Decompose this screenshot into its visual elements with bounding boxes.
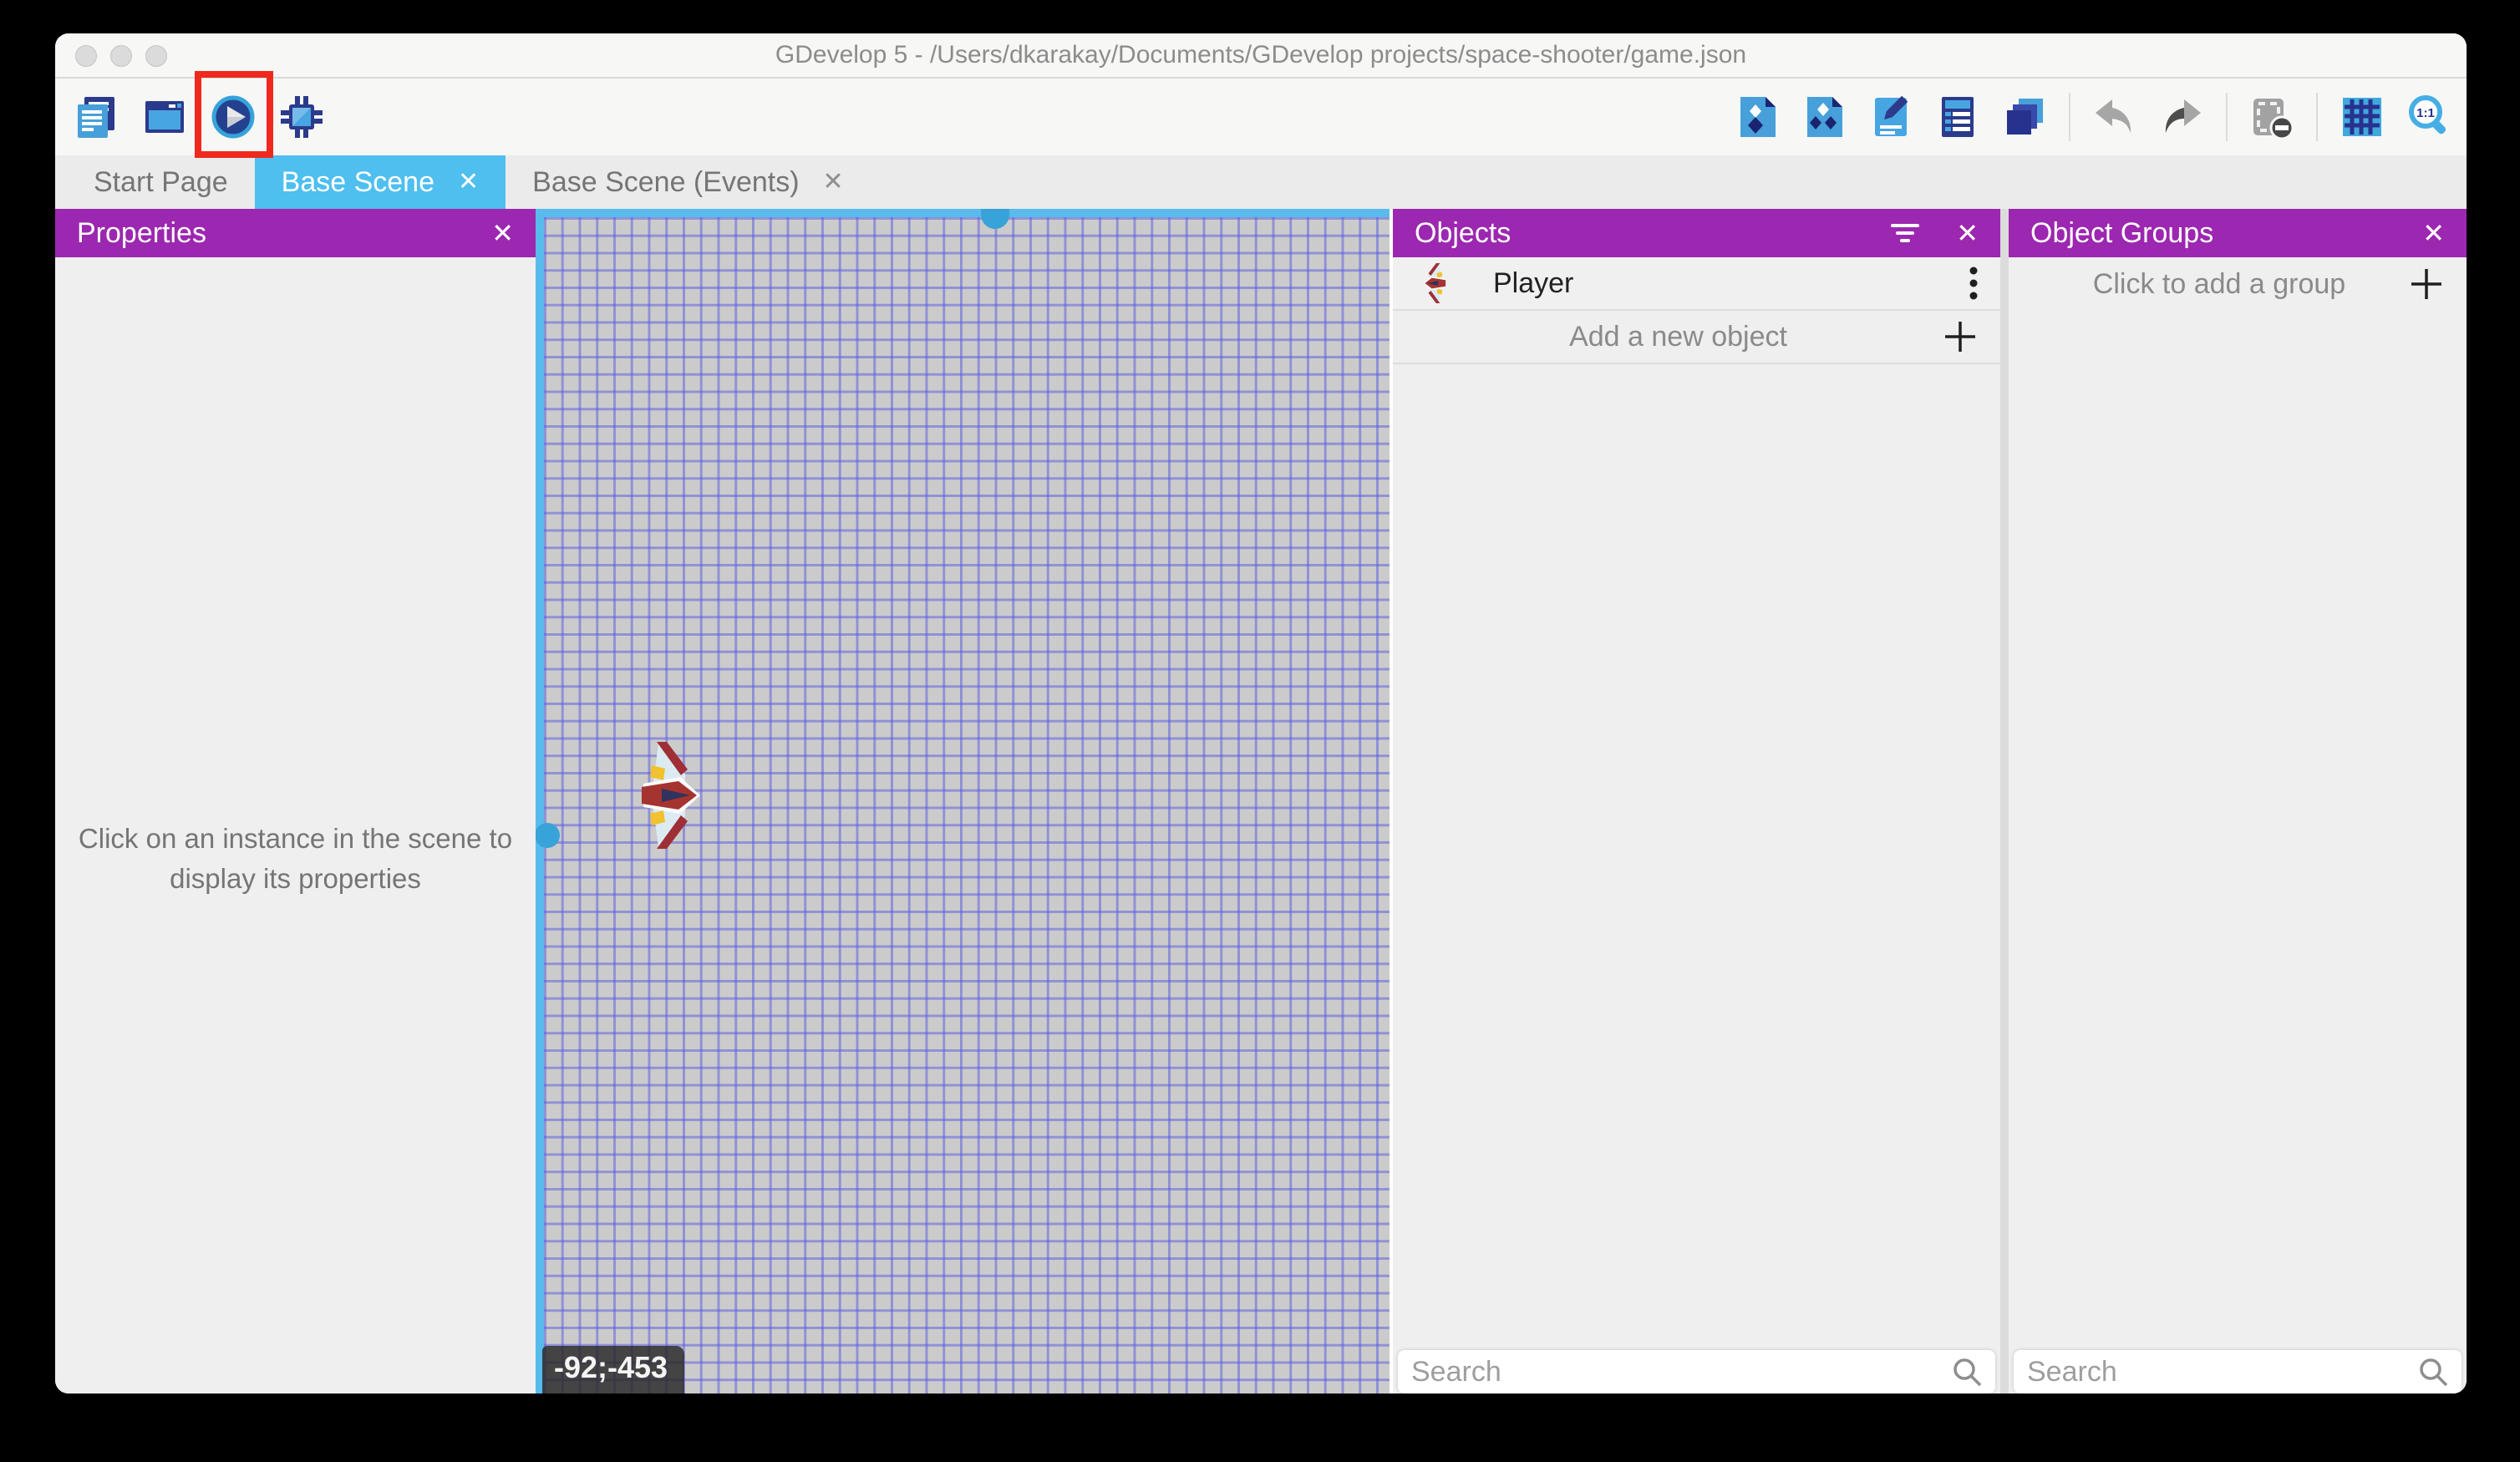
main-area: Properties ✕ Click on an instance in the… xyxy=(55,209,2467,1393)
tab-bar: Start Page Base Scene ✕ Base Scene (Even… xyxy=(55,155,2467,209)
zoom-1-1-icon: 1:1 xyxy=(2406,94,2451,140)
toolbar: 1:1 xyxy=(55,79,2467,155)
open-instances-list-button[interactable] xyxy=(1935,94,1980,140)
cursor-coordinates-label: -92;-453 xyxy=(542,1346,684,1393)
horizontal-scroll-handle[interactable] xyxy=(981,209,1009,229)
launch-preview-button[interactable] xyxy=(211,94,256,140)
objects-panel: Objects ✕ xyxy=(1390,209,2000,1393)
canvas-vertical-scrollbar[interactable] xyxy=(536,209,544,1393)
objects-panel-header: Objects ✕ xyxy=(1393,209,2000,257)
properties-panel-icon xyxy=(1868,94,1913,140)
groups-search-bar xyxy=(2014,1350,2462,1393)
instances-list-icon xyxy=(1935,94,1980,140)
open-objects-panel-button[interactable] xyxy=(1735,94,1780,140)
play-icon xyxy=(211,94,256,140)
plus-icon xyxy=(1942,318,1979,355)
close-tab-icon[interactable]: ✕ xyxy=(458,170,479,195)
undo-icon xyxy=(2092,94,2137,140)
close-panel-icon[interactable]: ✕ xyxy=(2422,220,2445,246)
open-layers-panel-button[interactable] xyxy=(2002,94,2047,140)
close-panel-icon[interactable]: ✕ xyxy=(1956,220,1979,246)
add-group-button[interactable] xyxy=(2408,266,2445,302)
toolbar-separator xyxy=(2069,93,2070,141)
properties-panel-body: Click on an instance in the scene to dis… xyxy=(55,257,536,1393)
objects-search-input[interactable] xyxy=(1410,1355,1950,1389)
search-icon xyxy=(1950,1355,1984,1388)
objects-search-bar xyxy=(1398,1350,1995,1393)
player-ship-thumbnail-icon xyxy=(1415,263,1455,303)
toolbar-separator xyxy=(2316,93,2318,141)
properties-panel: Properties ✕ Click on an instance in the… xyxy=(55,209,536,1393)
three-dots-icon xyxy=(1969,265,1979,302)
add-object-row[interactable]: Add a new object xyxy=(1393,311,2000,364)
titlebar: GDevelop 5 - /Users/dkarakay/Documents/G… xyxy=(55,33,2467,79)
vertical-scroll-handle[interactable] xyxy=(536,823,560,848)
groups-search-input[interactable] xyxy=(2025,1355,2416,1389)
player-object-thumbnail xyxy=(1415,263,1455,303)
object-groups-panel: Object Groups ✕ Click to add a group xyxy=(2009,209,2467,1393)
filter-icon xyxy=(1889,219,1921,247)
svg-text:1:1: 1:1 xyxy=(2416,106,2435,120)
close-window-button[interactable] xyxy=(75,45,97,67)
open-object-groups-panel-button[interactable] xyxy=(1801,94,1847,140)
open-properties-panel-button[interactable] xyxy=(1868,94,1913,140)
filter-objects-button[interactable] xyxy=(1889,219,1921,247)
zoom-options-button[interactable]: 1:1 xyxy=(2406,94,2451,140)
grid-icon xyxy=(2340,94,2385,140)
object-menu-button[interactable] xyxy=(1969,265,1979,302)
close-panel-icon[interactable]: ✕ xyxy=(491,220,514,246)
layers-icon xyxy=(2002,94,2047,140)
start-page-button[interactable] xyxy=(142,94,187,140)
add-object-label: Add a new object xyxy=(1415,321,1942,353)
minimize-window-button[interactable] xyxy=(110,45,132,67)
toolbar-right-group: 1:1 xyxy=(1735,93,2451,141)
properties-panel-header: Properties ✕ xyxy=(55,209,536,257)
panel-title: Objects xyxy=(1415,217,1889,250)
project-manager-button[interactable] xyxy=(74,94,119,140)
object-name: Player xyxy=(1493,267,1969,300)
redo-button[interactable] xyxy=(2159,94,2204,140)
panel-title: Object Groups xyxy=(2030,217,2422,250)
app-window: GDevelop 5 - /Users/dkarakay/Documents/G… xyxy=(55,33,2467,1393)
window-mask-icon xyxy=(2249,94,2294,140)
object-groups-panel-header: Object Groups ✕ xyxy=(2009,209,2467,257)
redo-icon xyxy=(2159,94,2204,140)
plus-icon xyxy=(2408,266,2445,302)
search-icon xyxy=(2416,1355,2450,1388)
tab-base-scene[interactable]: Base Scene ✕ xyxy=(255,155,506,209)
object-row-player[interactable]: Player xyxy=(1393,257,2000,311)
toolbar-separator xyxy=(2226,93,2228,141)
tab-label: Start Page xyxy=(94,166,228,199)
toggle-window-mask-button[interactable] xyxy=(2249,94,2294,140)
objects-panel-icon xyxy=(1735,94,1780,140)
close-tab-icon[interactable]: ✕ xyxy=(823,170,844,195)
object-groups-panel-icon xyxy=(1801,94,1847,140)
tab-start-page[interactable]: Start Page xyxy=(67,155,255,209)
project-manager-icon xyxy=(74,94,119,140)
scene-canvas[interactable]: -92;-453 xyxy=(536,209,1390,1393)
panel-title: Properties xyxy=(77,217,491,250)
tab-base-scene-events[interactable]: Base Scene (Events) ✕ xyxy=(506,155,871,209)
add-object-button[interactable] xyxy=(1942,318,1979,355)
player-ship-sprite xyxy=(637,742,705,849)
add-group-label: Click to add a group xyxy=(2030,268,2408,301)
add-group-row[interactable]: Click to add a group xyxy=(2009,257,2467,311)
launch-debugger-button[interactable] xyxy=(279,94,324,140)
player-instance[interactable] xyxy=(637,742,705,849)
properties-hint-text: Click on an instance in the scene to dis… xyxy=(55,819,536,899)
canvas-horizontal-scrollbar[interactable] xyxy=(536,209,1390,217)
zoom-window-button[interactable] xyxy=(145,45,167,67)
tab-label: Base Scene xyxy=(282,166,434,199)
tab-label: Base Scene (Events) xyxy=(532,166,799,199)
window-title: GDevelop 5 - /Users/dkarakay/Documents/G… xyxy=(775,41,1746,69)
toolbar-left-group xyxy=(74,94,324,140)
traffic-lights xyxy=(75,45,167,67)
debugger-icon xyxy=(279,94,324,140)
toggle-grid-button[interactable] xyxy=(2340,94,2385,140)
undo-button[interactable] xyxy=(2092,94,2137,140)
window-icon xyxy=(142,94,187,140)
